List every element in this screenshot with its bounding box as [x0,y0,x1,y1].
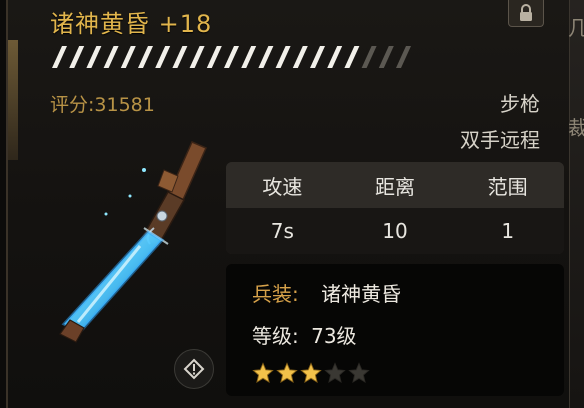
grade-value: 73级 [311,324,357,348]
progress-segment [241,46,257,68]
progress-segment [327,46,343,68]
lock-button[interactable] [508,0,544,27]
progress-segment [258,46,274,68]
warning-icon [183,358,205,380]
rifle-image [59,141,207,343]
stats-header-row: 攻速 距离 范围 [226,162,564,208]
progress-segment [52,46,67,68]
equip-value: 诸神黄昏 [321,282,402,306]
progress-segment [224,46,239,68]
stats-value-row: 7s 10 1 [226,208,564,254]
left-edge-accent [8,40,18,160]
right-edge-strip: 几 裁 [568,0,584,408]
equip-label: 兵装: [252,282,299,306]
equip-row: 兵装: 诸神黄昏 [252,278,401,307]
enhance-progress-bar [52,46,411,68]
stat-header-attack-speed: 攻速 [262,174,303,199]
star-empty-icon [348,362,370,383]
progress-segment [138,46,153,68]
star-empty-icon [324,362,346,383]
progress-segment [344,46,360,68]
stat-value-distance: 10 [382,219,408,243]
score-label: 评分: [50,94,95,116]
weapon-type: 步枪 [500,92,540,116]
progress-segment [361,46,377,68]
progress-segment [86,46,102,68]
score-value: 31581 [94,94,155,116]
progress-segment [396,46,411,68]
stat-value-attack-speed: 7s [270,219,294,243]
stat-header-range: 范围 [487,174,528,199]
stats-table: 攻速 距离 范围 7s 10 1 [226,162,564,254]
grade-row: 等级: 73级 [252,320,357,349]
star-rating [252,362,370,384]
item-title: 诸神黄昏 +18 [50,4,212,39]
item-name: 诸神黄昏 [50,10,150,38]
progress-segment [206,46,222,68]
progress-segment [292,46,308,68]
detail-info-box: 兵装: 诸神黄昏 等级: 73级 [226,264,564,396]
progress-segment [310,46,325,68]
warning-button[interactable] [174,349,214,389]
weapon-handling: 双手远程 [460,128,540,152]
progress-segment [189,46,205,68]
grade-label: 等级: [252,324,299,348]
right-edge-glyph-top: 几 [568,16,584,40]
score-readout: 评分:31581 [50,90,155,117]
progress-segment [172,46,188,68]
star-filled-icon [252,362,274,383]
stat-header-distance: 距离 [375,174,415,199]
star-filled-icon [276,362,298,383]
progress-segment [69,46,85,68]
right-edge-glyph-mid: 裁 [568,116,584,140]
progress-segment [103,46,119,68]
item-detail-panel: 诸神黄昏 +18 评分:31581 步枪 双手远程 攻速 距离 范围 7s 10… [6,0,574,408]
progress-segment [275,46,291,68]
star-filled-icon [300,362,322,383]
item-level-bonus: +18 [158,10,213,38]
lock-icon [520,4,532,21]
progress-segment [155,46,171,68]
progress-segment [120,46,136,68]
stat-value-range: 1 [501,219,515,243]
progress-segment [378,46,394,68]
